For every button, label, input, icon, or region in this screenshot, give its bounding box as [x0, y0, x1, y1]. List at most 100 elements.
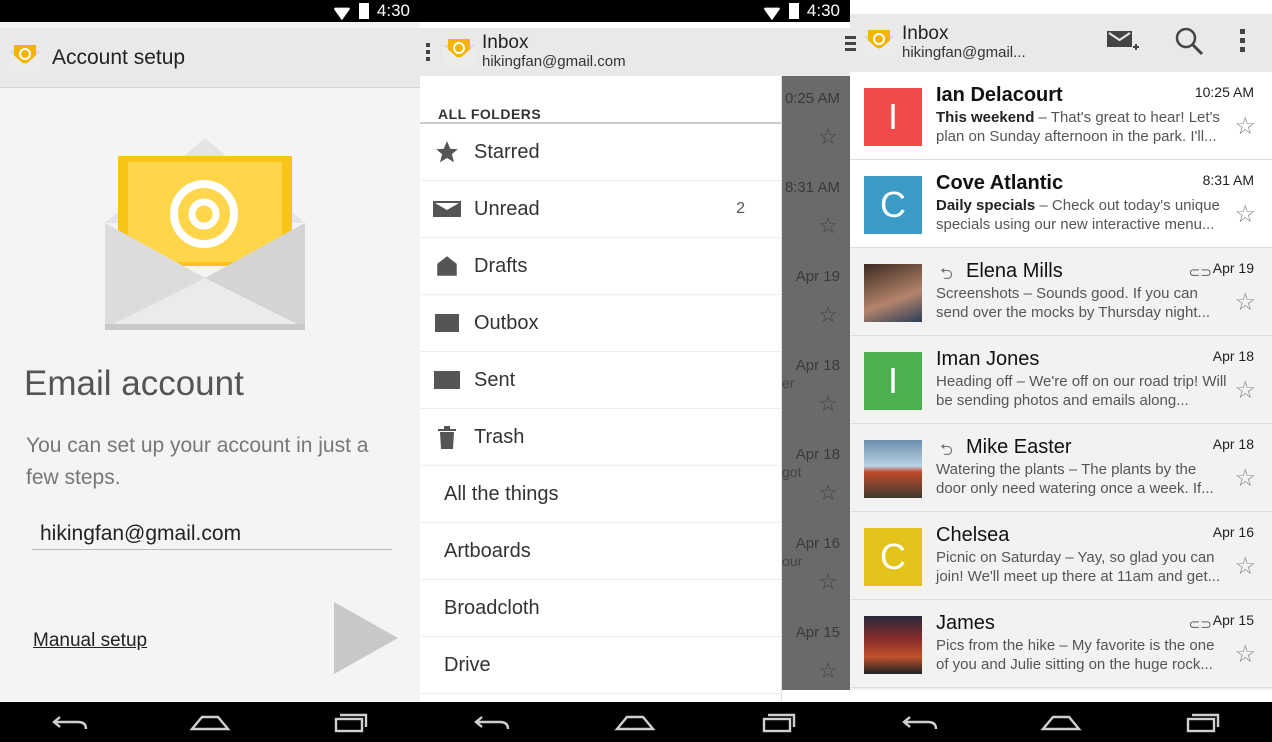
action-bar-title: Account setup — [52, 45, 186, 69]
list-item: Apr 18 er ☆ — [782, 343, 850, 432]
home-icon[interactable] — [613, 711, 657, 733]
star-icon[interactable]: ☆ — [1234, 112, 1256, 141]
message-sender: Elena Mills — [966, 260, 1063, 282]
message-row[interactable]: James ⊂⊃ Apr 15 Pics from the hike – My … — [850, 600, 1272, 688]
folder-item-sent[interactable]: Sent — [420, 352, 781, 409]
message-subject: Heading off — [936, 373, 1013, 390]
folder-item-all-the-things[interactable]: All the things — [420, 466, 781, 523]
message-row[interactable]: ⮌ Elena Mills ⊂⊃ Apr 19 Screenshots – So… — [850, 248, 1272, 336]
folder-label: All the things — [444, 482, 559, 505]
folder-item-trash[interactable]: Trash — [420, 409, 781, 466]
email-field[interactable]: hikingfan@gmail.com — [32, 516, 392, 550]
attachment-icon: ⊂⊃ — [1188, 264, 1212, 280]
next-button[interactable] — [334, 602, 398, 674]
account-name: hikingfan@gmail.com — [482, 53, 626, 70]
message-row[interactable]: I Ian Delacourt 10:25 AM This weekend – … — [850, 72, 1272, 160]
drawer-toggle-icon[interactable] — [420, 43, 436, 61]
home-icon[interactable] — [1039, 711, 1083, 733]
action-bar-title: Inbox — [902, 23, 949, 44]
star-icon[interactable]: ☆ — [1234, 464, 1256, 493]
setup-description: You can set up your account in just a fe… — [26, 434, 369, 489]
drafts-icon — [432, 254, 462, 278]
star-icon: ☆ — [818, 658, 838, 683]
back-icon[interactable] — [48, 711, 92, 733]
star-icon: ☆ — [818, 480, 838, 505]
folder-item-artboards[interactable]: Artboards — [420, 523, 781, 580]
folder-item-starred[interactable]: Starred — [420, 124, 781, 181]
folders-header: ALL FOLDERS — [420, 76, 781, 124]
message-snippet: Screenshots – Sounds good. If you can se… — [936, 284, 1228, 322]
star-icon[interactable]: ☆ — [1234, 640, 1256, 669]
message-date: Apr 16 — [1212, 524, 1254, 540]
message-snippet: Picnic on Saturday – Yay, so glad you ca… — [936, 548, 1228, 586]
system-navbar — [850, 702, 1272, 742]
folder-item-broadcloth[interactable]: Broadcloth — [420, 580, 781, 637]
list-item: Apr 19 ☆ — [782, 254, 850, 343]
folder-item-drive[interactable]: Drive — [420, 637, 781, 694]
avatar[interactable] — [864, 264, 922, 322]
account-name: hikingfan@gmail... — [902, 44, 1026, 61]
message-row[interactable]: I Iman Jones Apr 18 Heading off – We're … — [850, 336, 1272, 424]
folder-label: Sent — [474, 368, 516, 391]
message-subject: Screenshots — [936, 285, 1020, 302]
recents-icon[interactable] — [756, 711, 800, 733]
folder-label: Trash — [474, 425, 525, 448]
search-icon[interactable] — [1174, 26, 1204, 61]
folder-item-drafts[interactable]: Drafts — [420, 238, 781, 295]
star-icon[interactable]: ☆ — [1234, 200, 1256, 229]
message-row[interactable]: C Cove Atlantic 8:31 AM Daily specials –… — [850, 160, 1272, 248]
message-row[interactable]: C Chelsea Apr 16 Picnic on Saturday – Ya… — [850, 512, 1272, 600]
avatar[interactable]: I — [864, 88, 922, 146]
folder-label: Outbox — [474, 311, 539, 334]
battery-icon — [788, 3, 799, 19]
list-item: Apr 16 our ☆ — [782, 521, 850, 610]
manual-setup-link[interactable]: Manual setup — [33, 630, 147, 652]
list-item: 0:25 AM ☆ — [782, 76, 850, 165]
message-sender: Iman Jones — [936, 348, 1040, 370]
page-heading: Email account — [24, 364, 244, 403]
system-navbar — [420, 702, 850, 742]
avatar[interactable] — [864, 440, 922, 498]
star-icon: ☆ — [818, 569, 838, 594]
list-item-snippet: er — [782, 375, 795, 391]
unread-icon — [432, 197, 462, 221]
message-row[interactable]: ⮌ Mike Easter Apr 18 Watering the plants… — [850, 424, 1272, 512]
star-icon[interactable]: ☆ — [1234, 552, 1256, 581]
list-item-date: Apr 18 — [795, 357, 840, 374]
back-icon[interactable] — [470, 711, 514, 733]
email-app-icon — [443, 39, 475, 66]
recents-icon[interactable] — [328, 711, 372, 733]
avatar-letter: C — [880, 184, 906, 225]
star-icon[interactable]: ☆ — [1234, 288, 1256, 317]
action-bar: Account setup — [0, 28, 420, 88]
avatar[interactable]: C — [864, 176, 922, 234]
avatar[interactable]: C — [864, 528, 922, 586]
avatar[interactable] — [864, 616, 922, 674]
avatar-letter: C — [880, 536, 906, 577]
folder-drawer: ALL FOLDERS Starred Unread 2 Drafts Outb… — [420, 76, 782, 702]
star-icon[interactable]: ☆ — [1234, 376, 1256, 405]
recents-icon[interactable] — [1180, 711, 1224, 733]
screenshot-stage: 4:30 Account setup Email account You can… — [0, 0, 1272, 742]
folder-item-outbox[interactable]: Outbox — [420, 295, 781, 352]
drawer-toggle-icon[interactable] — [844, 35, 856, 51]
message-snippet: Watering the plants – The plants by the … — [936, 460, 1228, 498]
avatar[interactable]: I — [864, 352, 922, 410]
back-icon[interactable] — [898, 711, 942, 733]
outbox-icon — [432, 311, 462, 335]
status-bar: 4:30 — [420, 0, 850, 22]
overflow-menu-icon[interactable] — [1238, 27, 1246, 60]
star-icon: ☆ — [818, 302, 838, 327]
system-navbar — [0, 702, 420, 742]
home-icon[interactable] — [188, 711, 232, 733]
folder-label: Unread — [474, 197, 540, 220]
action-bar: Inbox hikingfan@gmail.com — [420, 28, 850, 76]
battery-icon — [358, 3, 369, 19]
compose-icon[interactable] — [1106, 27, 1140, 60]
attachment-icon: ⊂⊃ — [1188, 616, 1212, 632]
message-sender: Cove Atlantic — [936, 172, 1064, 194]
list-item-date: 0:25 AM — [784, 90, 840, 107]
star-icon: ☆ — [818, 124, 838, 149]
inbox-behind-scrim[interactable]: 0:25 AM ☆ 8:31 AM ☆ Apr 19 ☆ Apr 18 er ☆ Apr … — [782, 76, 850, 690]
folder-item-unread[interactable]: Unread 2 — [420, 181, 781, 238]
